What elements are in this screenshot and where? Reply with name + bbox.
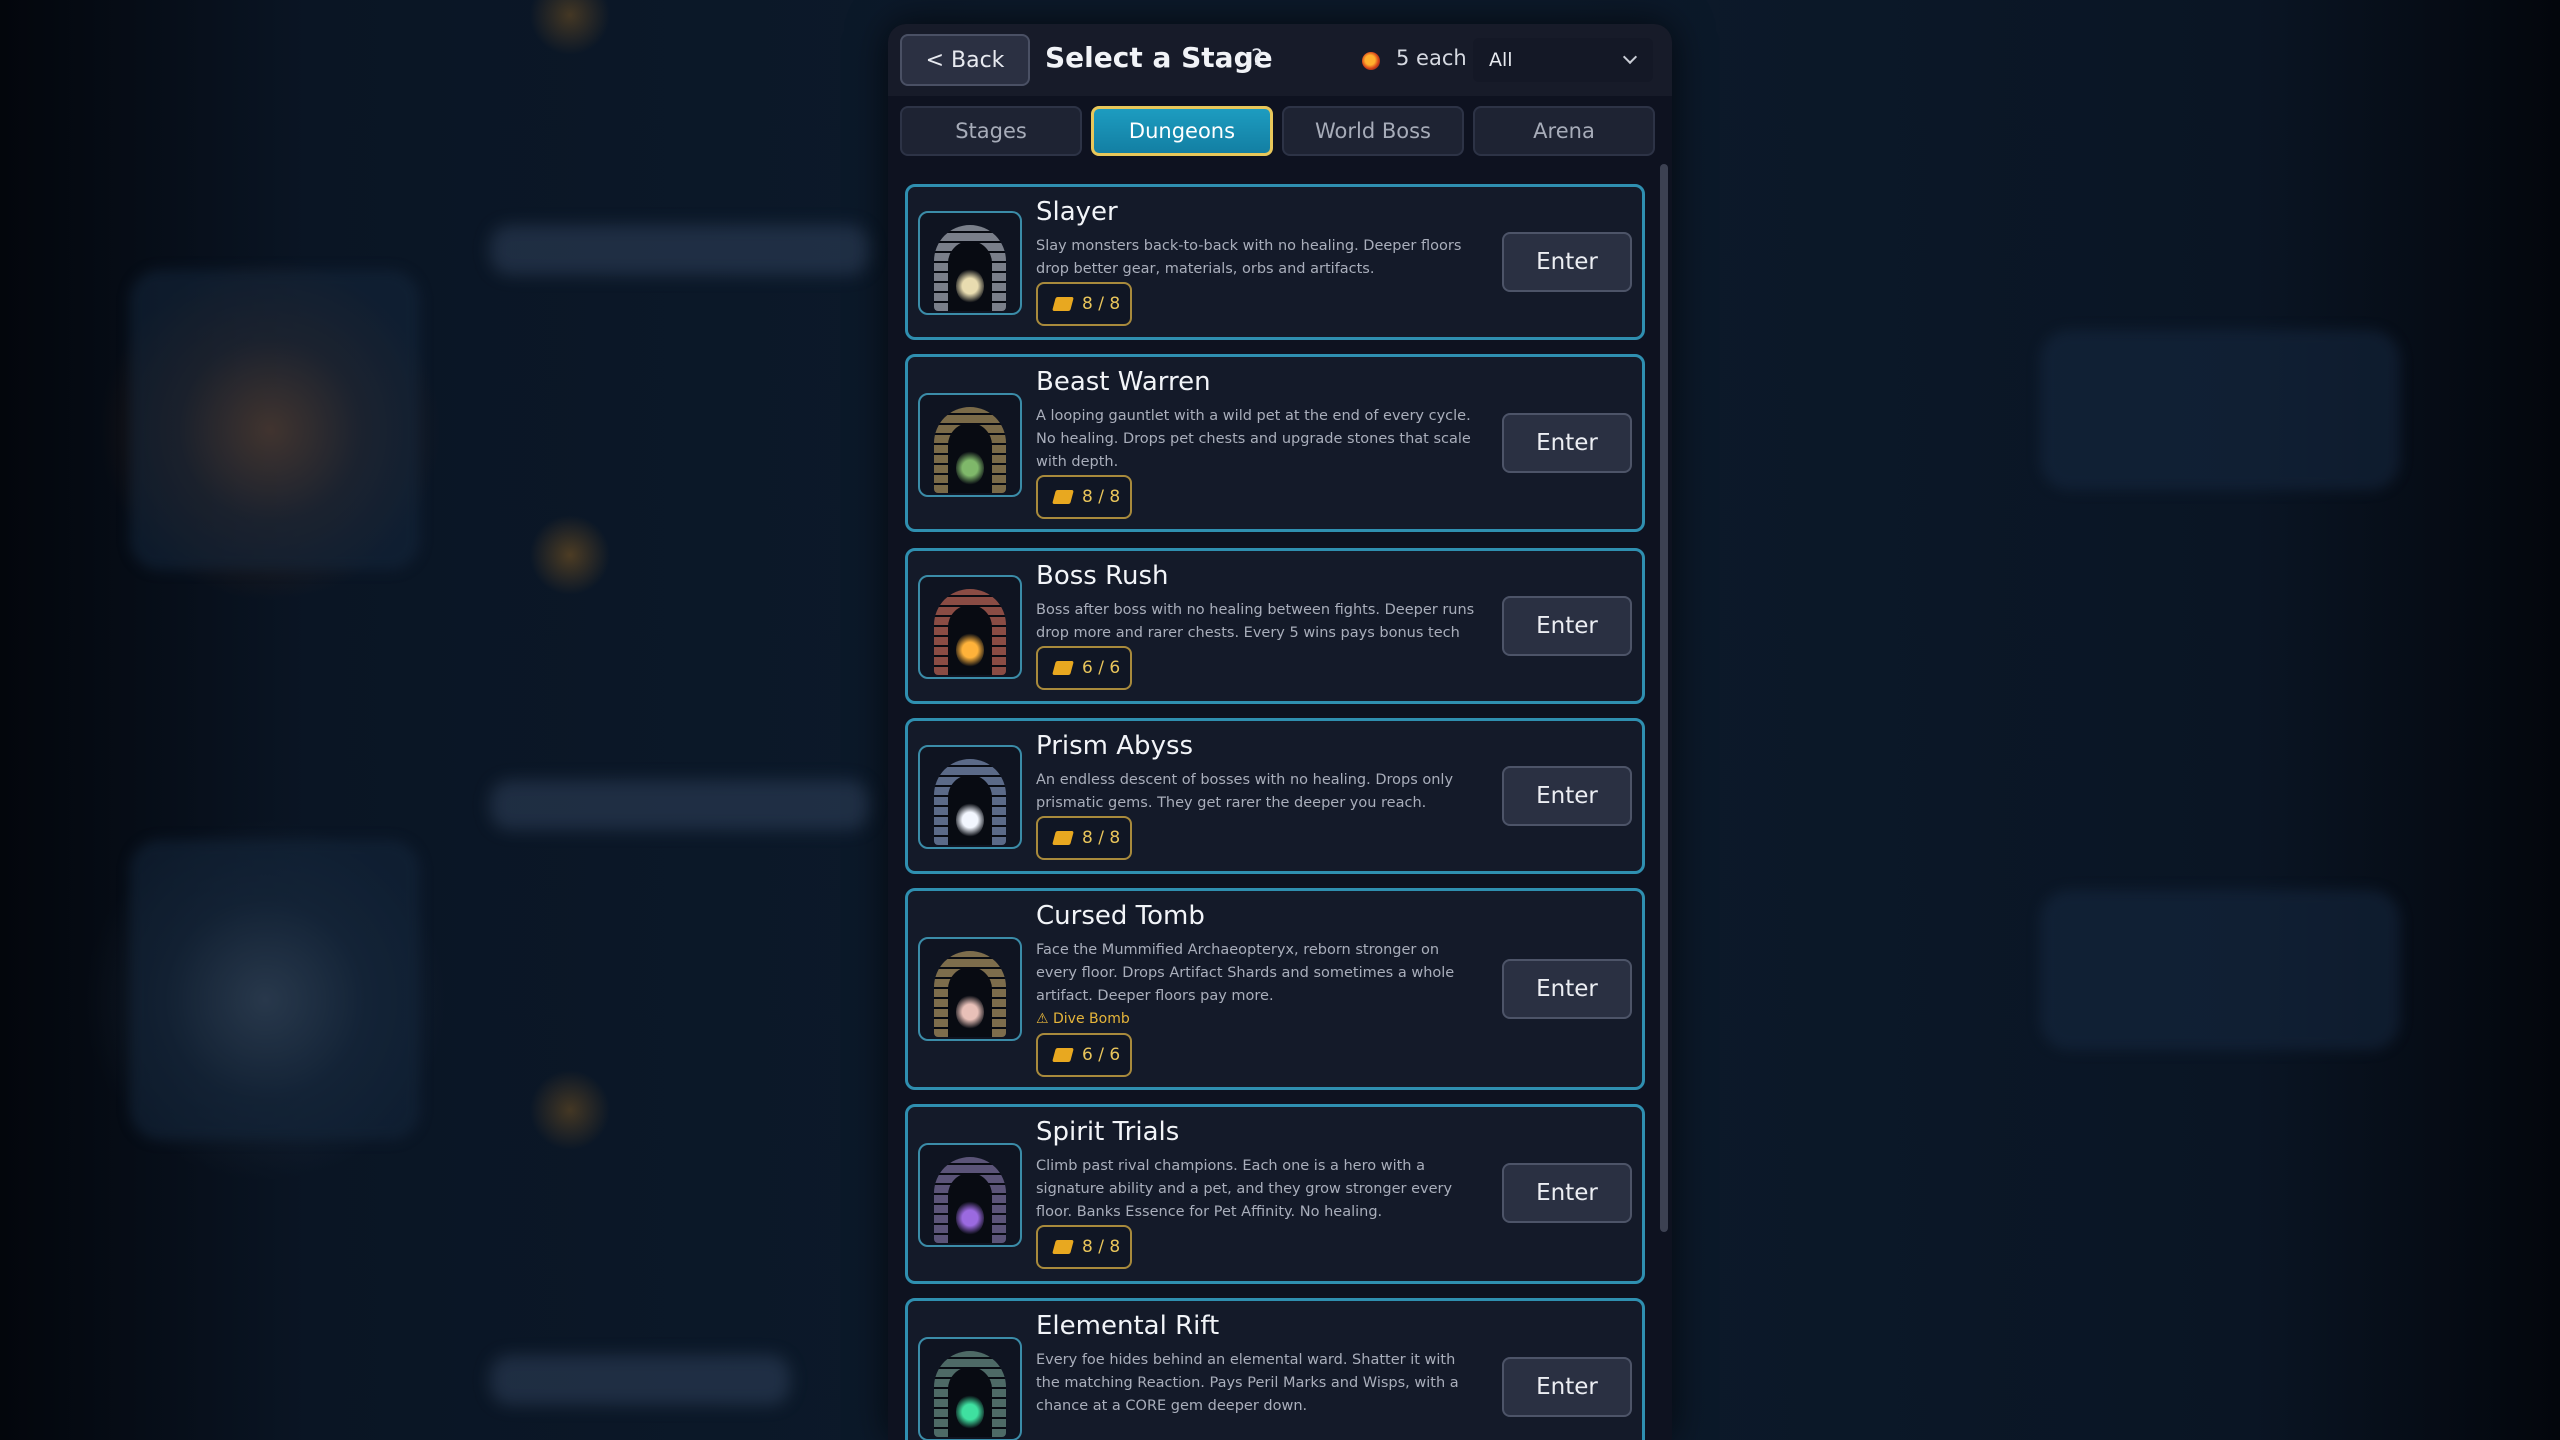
progress-count: 8 / 8 (1082, 828, 1121, 848)
tab-stages[interactable]: Stages (900, 106, 1082, 156)
tab-world-boss[interactable]: World Boss (1282, 106, 1464, 156)
header-bar: < Back Select a Stage ? 5 each All (888, 24, 1672, 96)
tab-dungeons[interactable]: Dungeons (1091, 106, 1273, 156)
ticket-icon (1052, 661, 1074, 675)
dungeon-card-cursed-tomb: Cursed Tomb Face the Mummified Archaeopt… (905, 888, 1645, 1090)
back-button[interactable]: < Back (900, 34, 1030, 86)
tab-arena[interactable]: Arena (1473, 106, 1655, 156)
background-text (490, 1355, 790, 1405)
filter-value: All (1489, 49, 1513, 71)
progress-badge: 8 / 8 (1036, 1225, 1132, 1269)
dungeon-name: Cursed Tomb (1036, 901, 1205, 931)
enter-button[interactable]: Enter (1502, 1163, 1632, 1223)
ticket-icon (1052, 1240, 1074, 1254)
progress-count: 8 / 8 (1082, 1237, 1121, 1257)
background-card (130, 270, 420, 570)
filter-dropdown[interactable]: All (1473, 38, 1653, 82)
stage-select-panel: < Back Select a Stage ? 5 each All Stage… (888, 24, 1672, 1440)
dungeon-card-slayer: Slayer Slay monsters back-to-back with n… (905, 184, 1645, 340)
page-title: Select a Stage (1045, 41, 1273, 74)
enter-button[interactable]: Enter (1502, 232, 1632, 292)
dungeon-description: A looping gauntlet with a wild pet at th… (1036, 408, 1471, 470)
cost-label: 5 each (1396, 46, 1467, 70)
dungeon-name: Elemental Rift (1036, 1311, 1220, 1341)
background-card (2040, 330, 2400, 490)
progress-badge: 6 / 6 (1036, 1033, 1132, 1077)
enter-button[interactable]: Enter (1502, 1357, 1632, 1417)
cursed-tomb-icon (918, 937, 1022, 1041)
background-card (2040, 890, 2400, 1050)
progress-count: 6 / 6 (1082, 658, 1121, 678)
spirit-trials-icon (918, 1143, 1022, 1247)
slayer-icon (918, 211, 1022, 315)
energy-orb-icon (1362, 52, 1380, 70)
ticket-icon (1052, 1048, 1074, 1062)
dungeon-description: An endless descent of bosses with no hea… (1036, 772, 1454, 811)
dungeon-description: Every foe hides behind an elemental ward… (1036, 1352, 1459, 1414)
dungeon-name: Prism Abyss (1036, 731, 1194, 761)
progress-count: 6 / 6 (1082, 1045, 1121, 1065)
enter-button[interactable]: Enter (1502, 766, 1632, 826)
chevron-down-icon (1622, 49, 1638, 65)
dungeon-name: Spirit Trials (1036, 1117, 1180, 1147)
prism-abyss-icon (918, 745, 1022, 849)
progress-count: 8 / 8 (1082, 294, 1121, 314)
warning-label: ⚠ Dive Bomb (1036, 1011, 1130, 1027)
enter-button[interactable]: Enter (1502, 596, 1632, 656)
dungeon-description: Face the Mummified Archaeopteryx, reborn… (1036, 942, 1455, 1004)
dungeon-card-boss-rush: Boss Rush Boss after boss with no healin… (905, 548, 1645, 704)
scrollbar[interactable] (1660, 164, 1668, 1232)
dungeon-name: Slayer (1036, 197, 1118, 227)
dungeon-card-prism-abyss: Prism Abyss An endless descent of bosses… (905, 718, 1645, 874)
enter-button[interactable]: Enter (1502, 413, 1632, 473)
progress-count: 8 / 8 (1082, 487, 1121, 507)
dungeon-name: Boss Rush (1036, 561, 1169, 591)
dungeon-card-elemental-rift: Elemental Rift Every foe hides behind an… (905, 1298, 1645, 1440)
beast-warren-icon (918, 393, 1022, 497)
dungeon-description: Climb past rival champions. Each one is … (1036, 1158, 1453, 1220)
progress-badge: 8 / 8 (1036, 816, 1132, 860)
background-card (130, 840, 420, 1140)
enter-button[interactable]: Enter (1502, 959, 1632, 1019)
elemental-rift-icon (918, 1337, 1022, 1440)
ticket-icon (1052, 490, 1074, 504)
background-text (490, 225, 870, 275)
ticket-icon (1052, 831, 1074, 845)
ticket-icon (1052, 297, 1074, 311)
help-button[interactable]: ? (1242, 44, 1272, 74)
dungeon-card-beast-warren: Beast Warren A looping gauntlet with a w… (905, 354, 1645, 532)
progress-badge: 8 / 8 (1036, 475, 1132, 519)
dungeon-description: Slay monsters back-to-back with no heali… (1036, 238, 1462, 277)
progress-badge: 6 / 6 (1036, 646, 1132, 690)
progress-badge: 8 / 8 (1036, 282, 1132, 326)
dungeon-name: Beast Warren (1036, 367, 1211, 397)
boss-rush-icon (918, 575, 1022, 679)
background-text (490, 780, 870, 830)
dungeon-card-spirit-trials: Spirit Trials Climb past rival champions… (905, 1104, 1645, 1284)
